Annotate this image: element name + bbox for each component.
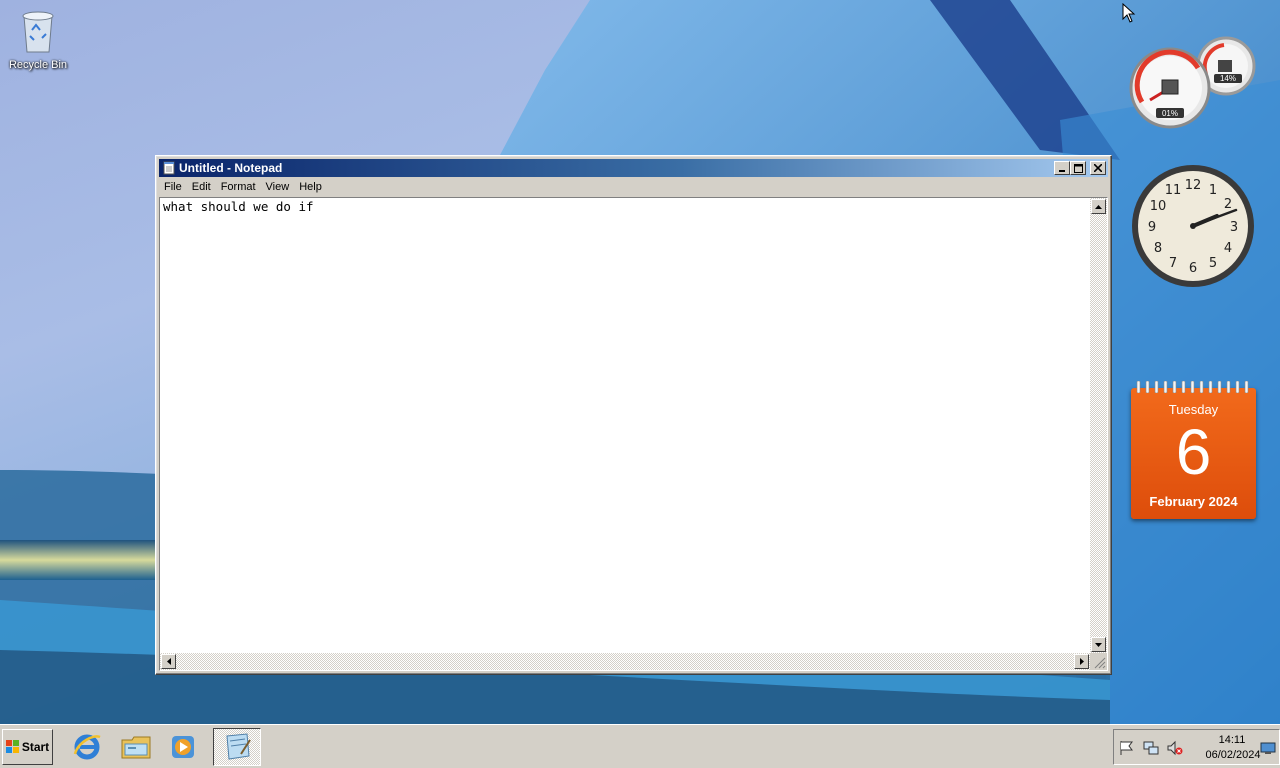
text-editor[interactable]: what should we do if xyxy=(160,198,1090,653)
desktop: Recycle Bin 14% 01% 12 1 2 3 4 5 6 7 8 9 xyxy=(0,0,1280,724)
internet-explorer-icon xyxy=(73,734,101,760)
arrow-right-icon xyxy=(1079,658,1084,665)
tray-date[interactable]: 06/02/2024 xyxy=(1198,749,1268,761)
clock-number: 12 xyxy=(1185,178,1202,193)
menu-file[interactable]: File xyxy=(159,181,187,193)
menu-format[interactable]: Format xyxy=(216,181,261,193)
maximize-button[interactable] xyxy=(1070,161,1086,175)
arrow-left-icon xyxy=(166,658,171,665)
clock-number: 7 xyxy=(1169,256,1177,271)
taskbar-notepad[interactable] xyxy=(213,728,261,766)
desktop-icon-recycle-bin[interactable]: Recycle Bin xyxy=(6,8,70,71)
cpu-meter-gadget[interactable]: 14% 01% xyxy=(1128,34,1258,130)
cpu-percent: 01% xyxy=(1162,109,1178,118)
resize-grip-icon xyxy=(1094,657,1106,669)
calendar-weekday: Tuesday xyxy=(1168,402,1219,417)
tray-time[interactable]: 14:11 xyxy=(1212,734,1252,746)
clock-number: 9 xyxy=(1148,220,1156,235)
menu-bar: File Edit Format View Help xyxy=(159,178,1108,196)
show-desktop-icon[interactable] xyxy=(1259,739,1277,757)
horizontal-scrollbar[interactable] xyxy=(160,653,1090,670)
arrow-up-icon xyxy=(1095,204,1102,209)
clock-number: 10 xyxy=(1150,199,1167,214)
start-button[interactable]: Start xyxy=(2,729,53,765)
windows-explorer-icon xyxy=(121,736,151,759)
vertical-scrollbar[interactable] xyxy=(1090,198,1107,653)
window-title: Untitled - Notepad xyxy=(179,161,283,175)
clock-number: 1 xyxy=(1209,183,1217,198)
memory-percent: 14% xyxy=(1220,74,1236,83)
recycle-bin-icon xyxy=(22,11,54,53)
scroll-down-button[interactable] xyxy=(1091,637,1106,652)
clock-number: 6 xyxy=(1189,261,1197,276)
notepad-window[interactable]: Untitled - Notepad File Edit Format View… xyxy=(155,155,1112,675)
action-center-flag-icon[interactable] xyxy=(1118,739,1136,757)
notepad-app-icon xyxy=(163,161,175,175)
scroll-left-button[interactable] xyxy=(161,654,176,669)
clock-number: 4 xyxy=(1224,241,1232,256)
menu-view[interactable]: View xyxy=(261,181,295,193)
clock-gadget[interactable]: 12 1 2 3 4 5 6 7 8 9 10 11 xyxy=(1130,163,1256,289)
calendar-month-year: February 2024 xyxy=(1149,494,1238,509)
minimize-button[interactable] xyxy=(1054,161,1070,175)
start-label: Start xyxy=(21,740,50,754)
windows-logo-icon xyxy=(5,740,19,753)
calendar-day-number: 6 xyxy=(1175,416,1212,488)
close-icon xyxy=(1094,164,1102,172)
calendar-gadget[interactable]: Tuesday 6 February 2024 xyxy=(1131,381,1256,519)
scroll-up-button[interactable] xyxy=(1091,199,1106,214)
size-grip[interactable] xyxy=(1090,653,1107,670)
title-bar[interactable]: Untitled - Notepad xyxy=(159,159,1108,177)
notepad-icon xyxy=(226,733,251,760)
media-player-icon xyxy=(172,736,194,758)
clock-number: 8 xyxy=(1154,241,1162,256)
clock-number: 11 xyxy=(1165,183,1182,198)
clock-number: 3 xyxy=(1230,220,1238,235)
maximize-icon xyxy=(1073,163,1083,173)
menu-edit[interactable]: Edit xyxy=(187,181,216,193)
mouse-cursor-icon xyxy=(1122,3,1136,23)
clock-number: 5 xyxy=(1209,256,1217,271)
clock-number: 2 xyxy=(1224,197,1232,212)
system-tray: 14:11 06/02/2024 xyxy=(1113,729,1280,765)
minimize-icon xyxy=(1059,170,1065,172)
taskbar-windows-explorer[interactable] xyxy=(119,730,153,764)
desktop-icon-label: Recycle Bin xyxy=(8,59,68,71)
volume-muted-icon[interactable] xyxy=(1166,739,1184,757)
taskbar: Start 14:11 06/02/2024 xyxy=(0,724,1280,768)
calendar-rings xyxy=(1136,381,1249,393)
scroll-right-button[interactable] xyxy=(1074,654,1089,669)
arrow-down-icon xyxy=(1095,642,1102,647)
editor-frame: what should we do if xyxy=(159,197,1108,671)
menu-help[interactable]: Help xyxy=(294,181,327,193)
network-icon[interactable] xyxy=(1142,739,1160,757)
taskbar-media-player[interactable] xyxy=(166,730,200,764)
taskbar-internet-explorer[interactable] xyxy=(70,730,104,764)
close-button[interactable] xyxy=(1090,161,1106,175)
